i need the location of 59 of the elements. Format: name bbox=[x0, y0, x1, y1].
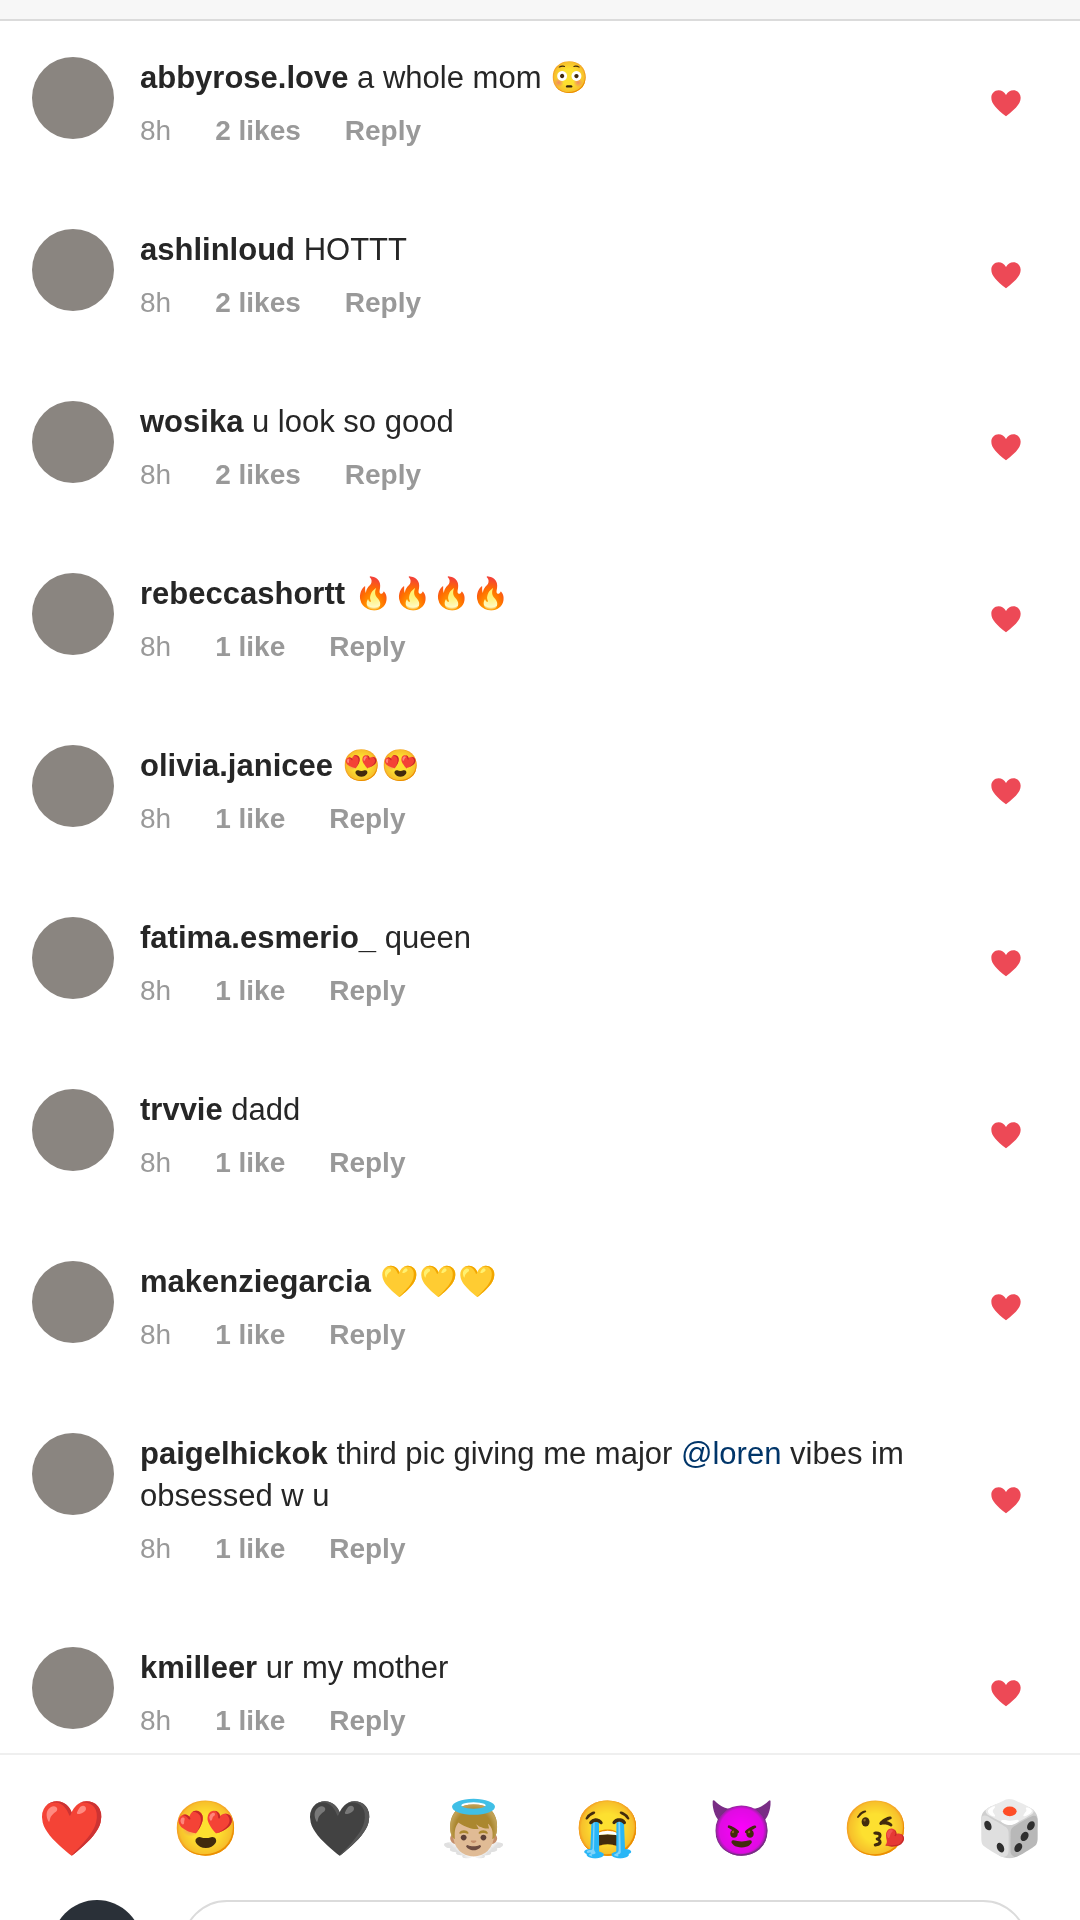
comment-time: 8h bbox=[140, 1532, 172, 1566]
comment-time: 8h bbox=[140, 630, 172, 664]
comment-time: 8h bbox=[140, 286, 172, 320]
likes-count[interactable]: 1 like bbox=[215, 1317, 286, 1353]
reply-link[interactable]: Reply bbox=[344, 285, 422, 321]
comment-time: 8h bbox=[140, 114, 172, 148]
reply-link[interactable]: Reply bbox=[329, 973, 406, 1009]
reply-link[interactable]: Reply bbox=[329, 1703, 406, 1739]
mention-link[interactable]: @loren bbox=[681, 1436, 782, 1471]
likes-count[interactable]: 2 likes bbox=[215, 113, 301, 149]
heart-icon[interactable] bbox=[990, 605, 1022, 633]
heart-icon[interactable] bbox=[990, 1293, 1022, 1321]
comment-text: fatima.esmerio_ queen bbox=[140, 919, 472, 957]
heart-icon[interactable] bbox=[990, 777, 1022, 805]
comment-time: 8h bbox=[140, 974, 172, 1008]
comment-time: 8h bbox=[140, 1318, 172, 1352]
comment-text: paigelhickok third pic giving me major @loren vibes im obsessed w u bbox=[140, 1435, 905, 1515]
likes-count[interactable]: 2 likes bbox=[215, 285, 301, 321]
reply-link[interactable]: Reply bbox=[329, 801, 406, 837]
reply-link[interactable]: Reply bbox=[329, 629, 406, 665]
likes-count[interactable]: 1 like bbox=[215, 801, 286, 837]
comment-time: 8h bbox=[140, 1704, 172, 1738]
likes-count[interactable]: 1 like bbox=[215, 1145, 286, 1181]
heart-icon[interactable] bbox=[990, 1486, 1022, 1514]
likes-count[interactable]: 2 likes bbox=[215, 457, 301, 493]
likes-count[interactable]: 1 like bbox=[215, 629, 286, 665]
comment-text: kmilleer ur my mother bbox=[140, 1649, 450, 1687]
emoji-button[interactable]: 🖤 bbox=[304, 1792, 374, 1863]
comment-text: makenziegarcia 💛💛💛 bbox=[140, 1263, 498, 1301]
reply-link[interactable]: Reply bbox=[344, 113, 422, 149]
heart-icon[interactable] bbox=[990, 1121, 1022, 1149]
emoji-button[interactable]: 😭 bbox=[572, 1792, 642, 1863]
likes-count[interactable]: 1 like bbox=[215, 1703, 286, 1739]
heart-icon[interactable] bbox=[990, 433, 1022, 461]
emoji-button[interactable]: 🎲 bbox=[974, 1792, 1044, 1863]
comment-text: rebeccashortt 🔥🔥🔥🔥 bbox=[140, 575, 511, 613]
heart-icon[interactable] bbox=[990, 949, 1022, 977]
emoji-button[interactable]: 😍 bbox=[170, 1792, 240, 1863]
reply-link[interactable]: Reply bbox=[329, 1317, 406, 1353]
reply-link[interactable]: Reply bbox=[329, 1531, 406, 1567]
emoji-button[interactable]: 👼🏼 bbox=[438, 1792, 508, 1863]
comment-text: wosika u look so good bbox=[140, 403, 455, 441]
emoji-button[interactable]: ❤ bbox=[36, 1792, 106, 1863]
emoji-button[interactable]: 😘 bbox=[840, 1792, 910, 1863]
comment-time: 8h bbox=[140, 458, 172, 492]
reply-link[interactable]: Reply bbox=[344, 457, 422, 493]
comment-text: ashlinloud HOTTT bbox=[140, 231, 408, 269]
emoji-button[interactable]: 😈 bbox=[706, 1792, 776, 1863]
comment-text: olivia.janicee 😍😍 bbox=[140, 747, 421, 785]
comment-text: abbyrose.love a whole mom 😳 bbox=[140, 59, 591, 97]
comment-text: trvvie dadd bbox=[140, 1091, 302, 1129]
likes-count[interactable]: 1 like bbox=[215, 973, 286, 1009]
heart-icon[interactable] bbox=[990, 89, 1022, 117]
comment-time: 8h bbox=[140, 1146, 172, 1180]
heart-icon[interactable] bbox=[990, 261, 1022, 289]
heart-icon[interactable] bbox=[990, 1679, 1022, 1707]
likes-count[interactable]: 1 like bbox=[215, 1531, 286, 1567]
comment-time: 8h bbox=[140, 802, 172, 836]
reply-link[interactable]: Reply bbox=[329, 1145, 406, 1181]
